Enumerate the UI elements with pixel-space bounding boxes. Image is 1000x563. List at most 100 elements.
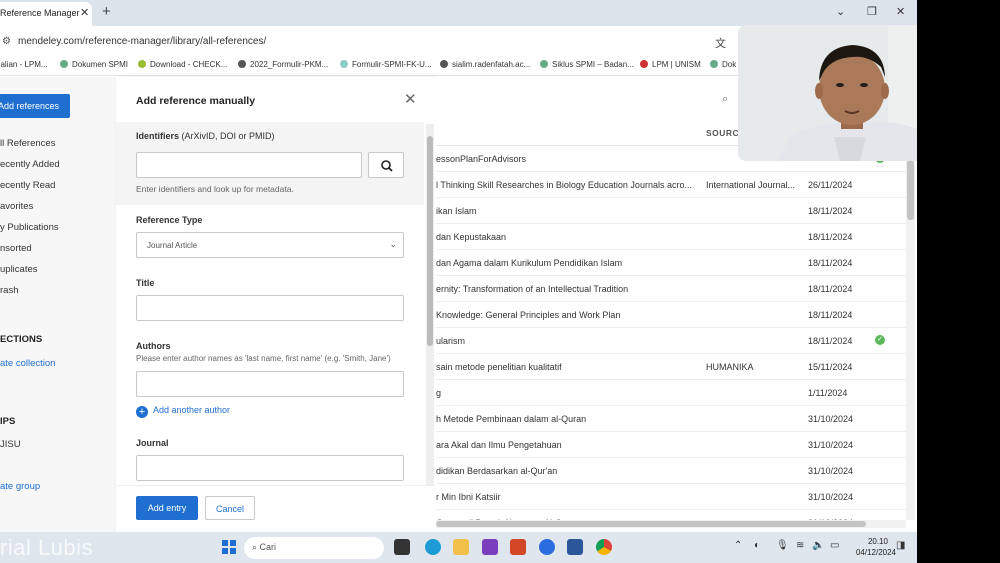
- journal-input[interactable]: [136, 455, 404, 481]
- table-row[interactable]: dan Agama dalam Kurikulum Pendidikan Isl…: [436, 250, 906, 276]
- new-tab-icon[interactable]: +: [102, 3, 111, 20]
- chevron-down-icon: ⌄: [389, 239, 397, 249]
- bookmark-item[interactable]: Dok: [710, 60, 736, 69]
- browser-tab[interactable]: Reference Manager: [0, 2, 92, 26]
- sidebar-item-all-references[interactable]: ll References: [0, 138, 55, 149]
- sidebar-item-unsorted[interactable]: nsorted: [0, 243, 32, 254]
- close-icon[interactable]: ✕: [404, 90, 417, 108]
- row-title: dan Kepustakaan: [436, 232, 507, 242]
- title-input[interactable]: [136, 295, 404, 321]
- add-reference-modal: Add reference manually ✕ Identifiers (Ar…: [116, 77, 436, 532]
- sidebar-item-my-publications[interactable]: y Publications: [0, 222, 59, 233]
- chevron-down-icon[interactable]: ⌄: [836, 5, 845, 18]
- table-row[interactable]: ikan Islam 18/11/2024: [436, 198, 906, 224]
- bookmark-item[interactable]: dalian - LPM...: [0, 60, 48, 69]
- table-row[interactable]: g 1/11/2024: [436, 380, 906, 406]
- bookmark-item[interactable]: Download - CHECK...: [138, 60, 227, 69]
- tab-close-icon[interactable]: ✕: [80, 6, 89, 19]
- row-date: 18/11/2024: [808, 206, 853, 216]
- chevron-up-icon[interactable]: ⌃: [734, 540, 742, 551]
- search-icon[interactable]: ⌕: [722, 93, 728, 106]
- file-explorer-icon[interactable]: [453, 539, 469, 555]
- sidebar-item-trash[interactable]: rash: [0, 285, 18, 296]
- microphone-icon[interactable]: 🎙: [776, 540, 789, 551]
- webcam-video: [738, 25, 917, 161]
- search-icon: ⌕: [252, 542, 260, 552]
- restore-window-icon[interactable]: ❐: [867, 5, 877, 18]
- add-entry-button[interactable]: Add entry: [136, 496, 198, 520]
- sidebar-item-duplicates[interactable]: uplicates: [0, 264, 38, 275]
- battery-icon[interactable]: ▭: [830, 540, 839, 551]
- volume-icon[interactable]: 🔈: [812, 540, 824, 551]
- add-references-button[interactable]: Add references: [0, 94, 70, 118]
- bookmark-item[interactable]: Dokumen SPMI: [60, 60, 128, 69]
- reference-type-select[interactable]: Journal Article ⌄: [136, 232, 404, 258]
- table-row[interactable]: h Metode Pembinaan dalam al-Quran 31/10/2…: [436, 406, 906, 432]
- wifi-icon[interactable]: ≋: [796, 540, 804, 551]
- library-scrollbar[interactable]: [906, 120, 915, 520]
- scrollbar-thumb[interactable]: [907, 160, 914, 220]
- sidebar-item-favorites[interactable]: avorites: [0, 201, 33, 212]
- tray-app-icon[interactable]: ◐: [754, 540, 760, 551]
- collections-heading: ECTIONS: [0, 334, 43, 345]
- scrollbar-thumb[interactable]: [427, 136, 433, 346]
- check-circle-icon: ✓: [875, 335, 885, 345]
- row-date: 26/11/2024: [808, 180, 853, 190]
- table-row[interactable]: didikan Berdasarkan al-Qur'an 31/10/2024: [436, 458, 906, 484]
- clock-time[interactable]: 20.10: [858, 537, 898, 546]
- create-group-link[interactable]: ate group: [0, 481, 40, 492]
- translate-icon[interactable]: 文: [715, 35, 726, 51]
- clock-date[interactable]: 04/12/2024: [850, 548, 902, 557]
- reference-type-label: Reference Type: [136, 215, 203, 225]
- identifiers-hint: Enter identifiers and look up for metada…: [136, 184, 294, 194]
- groups-heading: IPS: [0, 416, 16, 427]
- modal-scrollbar[interactable]: [426, 124, 434, 486]
- identifiers-input[interactable]: [136, 152, 362, 178]
- table-row[interactable]: ernity: Transformation of an Intellectua…: [436, 276, 906, 302]
- bookmark-item[interactable]: Siklus SPMI – Badan...: [540, 60, 634, 69]
- authors-hint: Please enter author names as 'last name,…: [136, 354, 391, 363]
- identifiers-label: Identifiers (ArXivID, DOI or PMID): [136, 131, 275, 141]
- cancel-button[interactable]: Cancel: [205, 496, 255, 520]
- row-title: dan Agama dalam Kurikulum Pendidikan Isl…: [436, 258, 623, 268]
- task-view-icon[interactable]: [394, 539, 410, 555]
- plus-icon: +: [136, 406, 148, 418]
- row-title: ara Akal dan Ilmu Pengetahuan: [436, 440, 562, 450]
- bookmark-item[interactable]: sialim.radenfatah.ac...: [440, 60, 530, 69]
- sidebar-item-recently-read[interactable]: ecently Read: [0, 180, 55, 191]
- app-icon[interactable]: [482, 539, 498, 555]
- bookmark-icon: [640, 60, 648, 68]
- table-row[interactable]: sain metode penelitian kualitatif HUMANIK…: [436, 354, 906, 380]
- bookmark-item[interactable]: Formulir-SPMI-FK-U...: [340, 60, 432, 69]
- site-info-icon[interactable]: ⚙: [2, 36, 11, 47]
- taskbar-search[interactable]: ⌕ Cari: [244, 537, 384, 559]
- table-row[interactable]: ularism 18/11/2024 ✓: [436, 328, 906, 354]
- notification-icon[interactable]: ◨: [896, 540, 905, 551]
- word-icon[interactable]: [567, 539, 583, 555]
- table-row[interactable]: l Thinking Skill Researches in Biology E…: [436, 172, 906, 198]
- sidebar-item-group[interactable]: JISU: [0, 439, 21, 450]
- table-row[interactable]: dan Kepustakaan 18/11/2024: [436, 224, 906, 250]
- row-title: ernity: Transformation of an Intellectua…: [436, 284, 629, 294]
- edge-icon[interactable]: [425, 539, 441, 555]
- bookmark-item[interactable]: LPM | UNISM: [640, 60, 701, 69]
- meet-icon[interactable]: [539, 539, 555, 555]
- close-window-icon[interactable]: ✕: [896, 5, 905, 18]
- table-row[interactable]: Knowledge: General Principles and Work P…: [436, 302, 906, 328]
- url-field[interactable]: mendeley.com/reference-manager/library/a…: [18, 36, 266, 47]
- bookmark-item[interactable]: 2022_Formulir-PKM...: [238, 60, 328, 69]
- bookmark-icon: [60, 60, 68, 68]
- powerpoint-icon[interactable]: [510, 539, 526, 555]
- table-row[interactable]: r Min Ibni Katsiir 31/10/2024: [436, 484, 906, 510]
- create-collection-link[interactable]: ate collection: [0, 358, 55, 369]
- add-author-button[interactable]: + Add another author: [136, 405, 230, 418]
- row-title: ikan Islam: [436, 206, 477, 216]
- scrollbar-thumb[interactable]: [436, 521, 866, 527]
- chrome-icon[interactable]: [596, 539, 612, 555]
- table-row[interactable]: ara Akal dan Ilmu Pengetahuan 31/10/2024: [436, 432, 906, 458]
- windows-start-icon[interactable]: [221, 539, 237, 555]
- sidebar-item-recently-added[interactable]: ecently Added: [0, 159, 60, 170]
- author-input[interactable]: [136, 371, 404, 397]
- library-horizontal-scrollbar[interactable]: [436, 520, 906, 528]
- lookup-button[interactable]: [368, 152, 404, 178]
